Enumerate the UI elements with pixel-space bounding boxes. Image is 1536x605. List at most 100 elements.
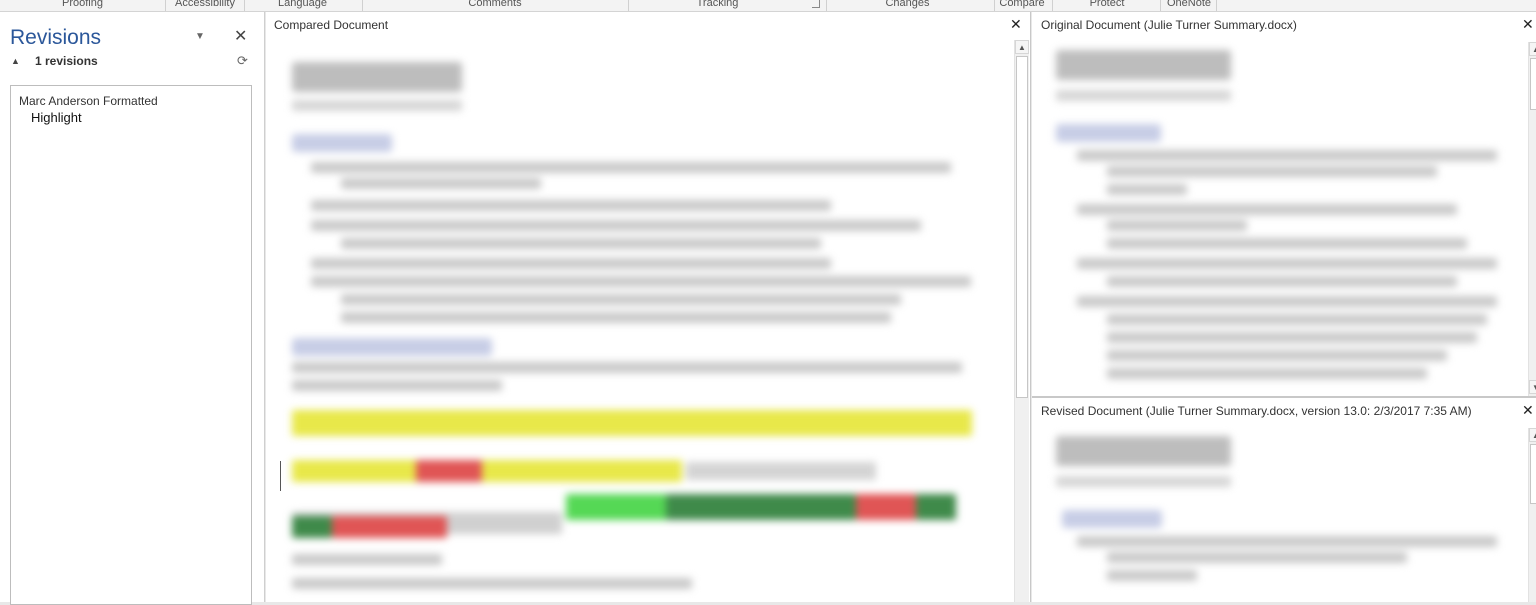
doc-line	[311, 220, 921, 231]
doc-line	[311, 162, 951, 173]
close-icon[interactable]: ✕	[1522, 16, 1534, 33]
inserted-text	[916, 494, 956, 520]
doc-line	[292, 100, 462, 111]
doc-heading	[1056, 50, 1231, 80]
close-icon[interactable]: ✕	[1522, 402, 1534, 419]
highlighted-text	[292, 460, 682, 482]
doc-line	[1107, 166, 1437, 177]
doc-subheading	[292, 338, 492, 356]
doc-line	[311, 276, 971, 287]
doc-line	[341, 312, 891, 323]
original-document-title: Original Document (Julie Turner Summary.…	[1041, 18, 1297, 32]
ribbon-group-changes: Changes	[885, 0, 930, 9]
ribbon-separator	[826, 0, 827, 11]
revisions-count: 1 revisions	[35, 54, 98, 68]
revised-document-body	[1032, 428, 1520, 602]
scrollbar-thumb[interactable]	[1016, 56, 1028, 398]
inserted-text	[666, 494, 856, 520]
ribbon-group-comments: Comments	[468, 0, 522, 9]
ribbon-separator	[1216, 0, 1217, 11]
doc-line	[292, 578, 692, 589]
ribbon-separator	[1052, 0, 1053, 11]
scrollbar-thumb[interactable]	[1530, 444, 1536, 504]
doc-line	[1107, 368, 1427, 379]
doc-line	[1077, 204, 1457, 215]
ribbon-group-labels: Proofing Accessibility Language Comments…	[0, 0, 1536, 12]
ribbon-separator	[628, 0, 629, 11]
ribbon-separator	[244, 0, 245, 11]
doc-line	[1107, 350, 1447, 361]
doc-line	[1107, 570, 1197, 581]
revisions-pane: Revisions ▼ ✕ ▲ 1 revisions ⟳ Marc Ander…	[0, 12, 265, 605]
doc-subheading	[1062, 510, 1162, 528]
original-document-body	[1032, 42, 1520, 398]
highlighted-text	[292, 410, 972, 436]
compared-document-pane: Compared Document ✕ ▲	[266, 12, 1031, 602]
doc-subheading	[1056, 124, 1161, 142]
inserted-text	[292, 516, 332, 538]
doc-line	[1107, 184, 1187, 195]
scrollbar-thumb[interactable]	[1530, 58, 1536, 110]
revision-type[interactable]: Highlight	[31, 110, 82, 125]
ribbon-group-compare: Compare	[999, 0, 1045, 9]
scroll-up-icon[interactable]: ▲	[1015, 40, 1029, 54]
deleted-text	[856, 494, 916, 520]
ribbon-group-onenote: OneNote	[1166, 0, 1212, 9]
scroll-down-icon[interactable]: ▼	[1529, 380, 1536, 394]
original-document-pane: Original Document (Julie Turner Summary.…	[1032, 12, 1536, 398]
doc-line	[1107, 552, 1407, 563]
ribbon-separator	[1160, 0, 1161, 11]
doc-line	[341, 294, 901, 305]
ribbon-group-proofing: Proofing	[62, 0, 103, 9]
ribbon-separator	[165, 0, 166, 11]
doc-line	[292, 554, 442, 565]
ribbon-group-tracking: Tracking	[696, 0, 739, 9]
doc-line	[1056, 90, 1231, 101]
scroll-up-icon[interactable]: ▲	[1529, 42, 1536, 56]
ribbon-separator	[994, 0, 995, 11]
doc-line	[686, 462, 876, 480]
doc-heading	[292, 62, 462, 92]
deleted-text	[416, 460, 482, 482]
close-icon[interactable]: ✕	[1010, 16, 1022, 33]
refresh-icon[interactable]: ⟳	[237, 53, 248, 69]
doc-line	[1077, 296, 1497, 307]
doc-line	[1077, 150, 1497, 161]
doc-line	[311, 258, 831, 269]
original-document-scrollbar[interactable]: ▲ ▼	[1528, 42, 1536, 396]
doc-line	[1107, 332, 1477, 343]
doc-line	[311, 200, 831, 211]
revised-document-pane: Revised Document (Julie Turner Summary.d…	[1032, 398, 1536, 602]
doc-line	[1077, 258, 1497, 269]
revised-document-title: Revised Document (Julie Turner Summary.d…	[1041, 404, 1472, 418]
ribbon-separator	[362, 0, 363, 11]
doc-line	[1107, 314, 1487, 325]
doc-line	[1107, 238, 1467, 249]
doc-line	[1077, 536, 1497, 547]
doc-line	[1107, 220, 1247, 231]
compared-document-body	[266, 42, 1014, 602]
text-cursor	[280, 461, 281, 491]
doc-line	[1107, 276, 1457, 287]
doc-line	[292, 362, 962, 373]
doc-line	[341, 238, 821, 249]
revision-author-action[interactable]: Marc Anderson Formatted	[19, 94, 158, 108]
compared-document-title: Compared Document	[274, 18, 389, 32]
ribbon-group-protect: Protect	[1089, 0, 1125, 9]
close-icon[interactable]: ✕	[234, 26, 247, 46]
compared-document-scrollbar[interactable]: ▲	[1014, 40, 1029, 602]
chevron-down-icon[interactable]: ▼	[195, 31, 207, 42]
revisions-pane-title: Revisions	[10, 26, 102, 49]
doc-line	[341, 178, 541, 189]
doc-subheading	[292, 134, 392, 152]
chevron-up-icon[interactable]: ▲	[11, 56, 20, 66]
tracking-dialog-launcher-icon[interactable]	[812, 0, 820, 8]
doc-heading	[1056, 436, 1231, 466]
revisions-list: Marc Anderson Formatted Highlight	[10, 85, 252, 605]
ribbon-group-language: Language	[278, 0, 327, 9]
ribbon-group-accessibility: Accessibility	[175, 0, 235, 9]
doc-line	[1056, 476, 1231, 487]
deleted-text	[332, 516, 447, 538]
scroll-up-icon[interactable]: ▲	[1529, 428, 1536, 442]
revised-document-scrollbar[interactable]: ▲	[1528, 428, 1536, 602]
